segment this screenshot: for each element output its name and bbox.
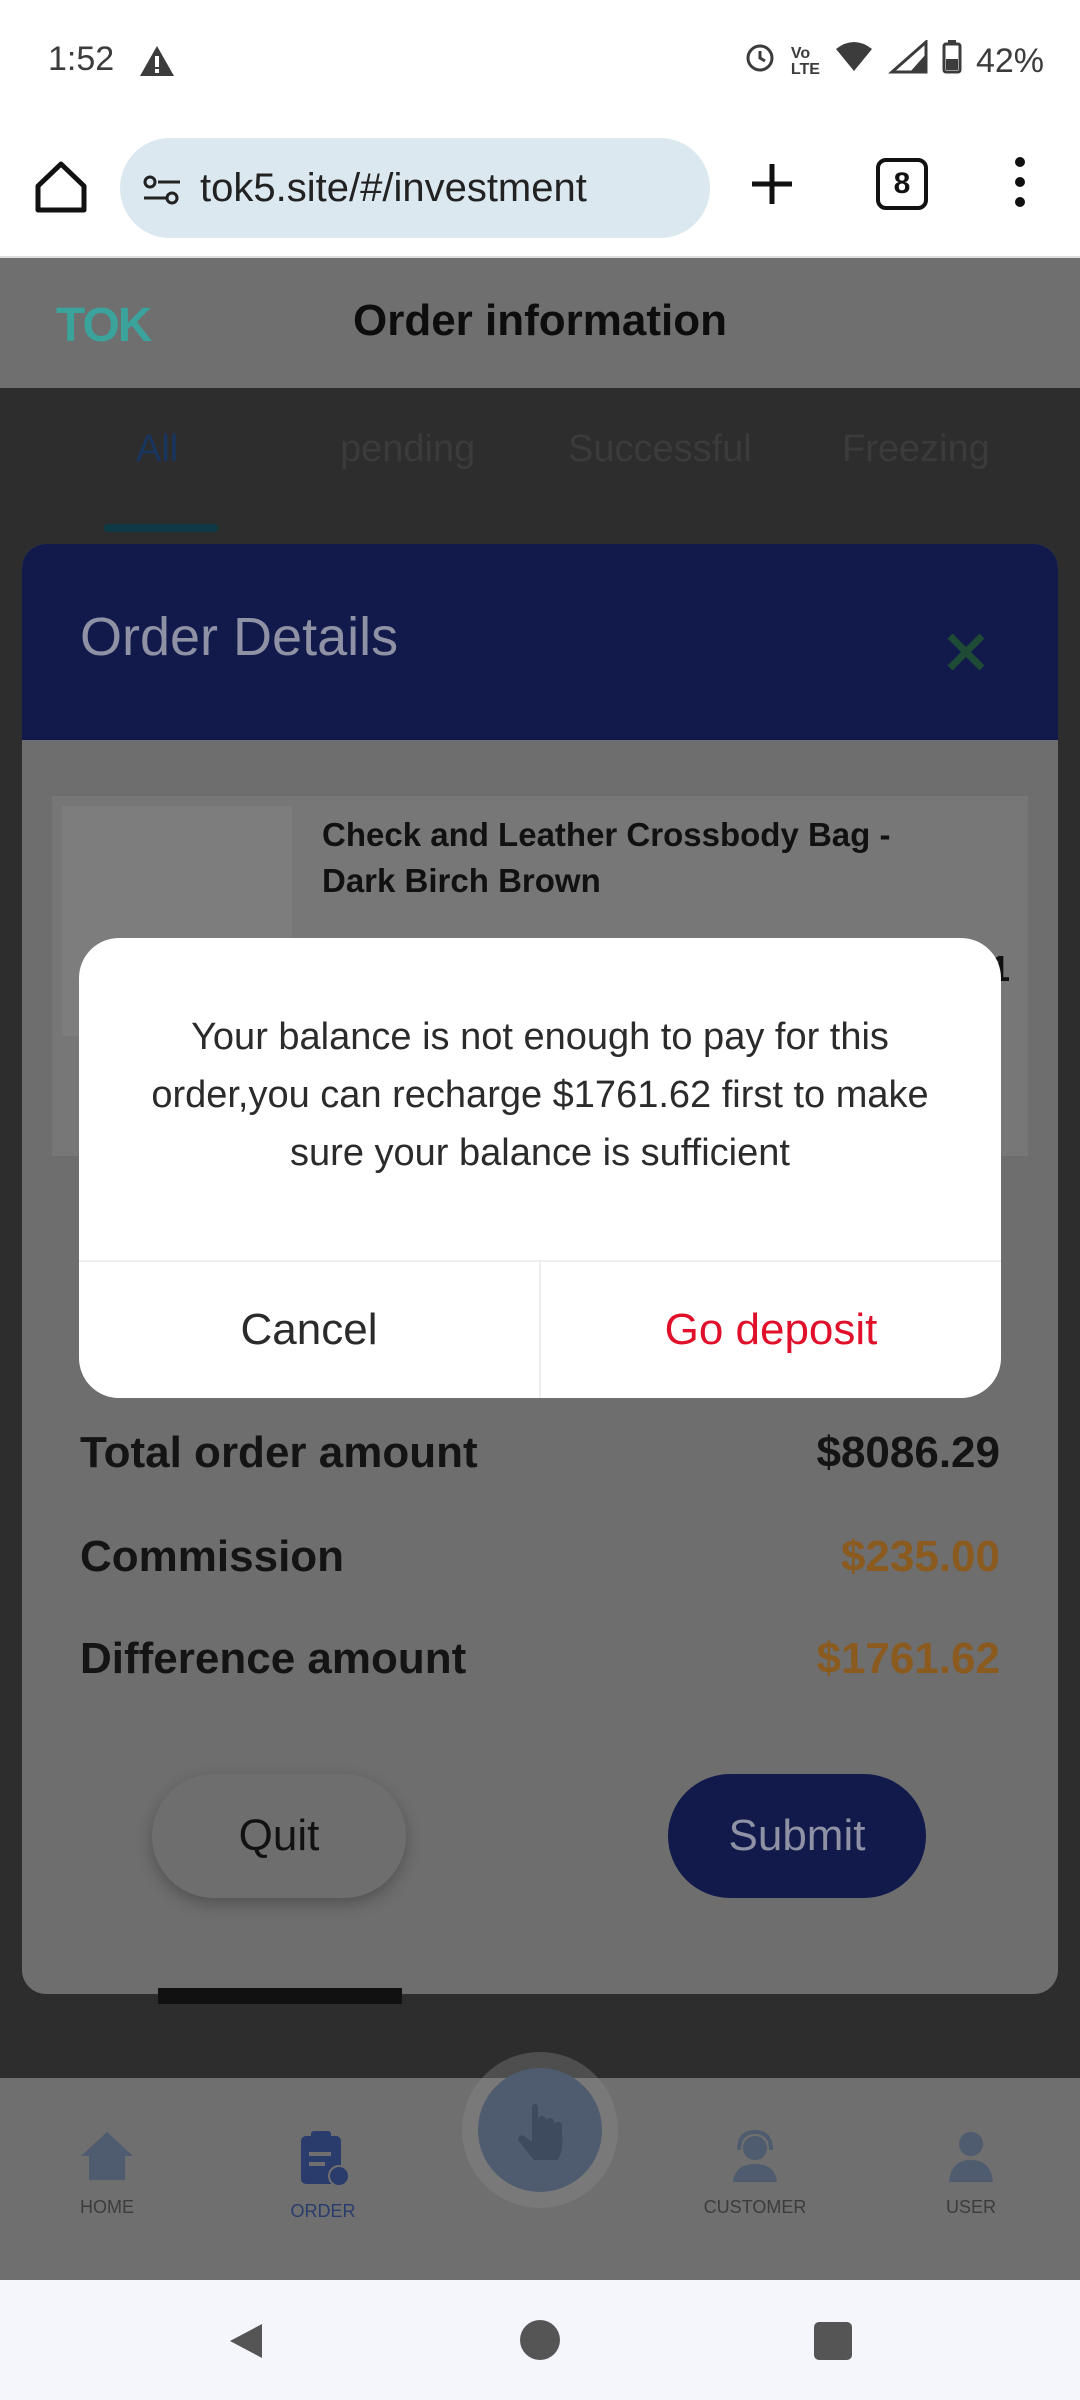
browser-toolbar: tok5.site/#/investment 8 — [0, 128, 1080, 258]
dialog-message: Your balance is not enough to pay for th… — [151, 1016, 929, 1174]
bottom-navigation: HOME ORDER CUSTOMER USER — [0, 2068, 1080, 2280]
tab-switcher-button[interactable]: 8 — [876, 158, 928, 210]
submit-button[interactable]: Submit — [668, 1774, 926, 1898]
order-tabs: All pending Successful Freezing — [0, 388, 1080, 508]
total-order-amount-label: Total order amount — [80, 1428, 478, 1477]
volte-icon: Vo LTE — [790, 44, 820, 78]
nav-user[interactable]: USER — [896, 2128, 1046, 2218]
go-deposit-button[interactable]: Go deposit — [541, 1262, 1001, 1398]
tab-all[interactable]: All — [136, 428, 178, 471]
order-clipboard-icon — [301, 2131, 350, 2187]
commission-label: Commission — [80, 1532, 345, 1581]
nav-order[interactable]: ORDER — [248, 2128, 398, 2222]
center-action-button[interactable] — [478, 2068, 602, 2192]
new-tab-icon[interactable] — [748, 160, 796, 213]
tab-pending[interactable]: pending — [340, 428, 475, 471]
back-icon[interactable] — [224, 2320, 266, 2367]
product-name: Check and Leather Crossbody Bag - Dark B… — [322, 816, 891, 899]
close-icon[interactable] — [944, 630, 988, 679]
status-time: 1:52 — [48, 40, 115, 78]
difference-amount-value: $1761.62 — [816, 1634, 1000, 1683]
background-item-fragment — [158, 1988, 402, 2004]
home-nav-icon — [81, 2132, 133, 2180]
user-icon — [949, 2132, 993, 2182]
quit-button[interactable]: Quit — [152, 1774, 406, 1898]
alarm-icon — [743, 40, 777, 83]
nav-customer-label: CUSTOMER — [703, 2197, 807, 2217]
system-home-icon[interactable] — [520, 2320, 560, 2360]
alert-icon — [138, 44, 176, 83]
wifi-icon — [834, 41, 874, 82]
battery-percent: 42% — [975, 42, 1044, 80]
nav-home-label: HOME — [80, 2197, 134, 2217]
site-settings-icon[interactable] — [140, 170, 184, 215]
nav-user-label: USER — [945, 2197, 996, 2217]
nav-order-label: ORDER — [290, 2201, 356, 2221]
nav-home[interactable]: HOME — [32, 2128, 182, 2218]
nav-customer[interactable]: CUSTOMER — [680, 2128, 830, 2218]
total-order-amount-value: $8086.29 — [816, 1428, 1000, 1477]
order-details-header: Order Details — [22, 544, 1058, 740]
commission-value: $235.00 — [840, 1532, 1000, 1581]
recent-apps-icon[interactable] — [814, 2322, 852, 2360]
status-bar: 1:52 Vo LTE 42% — [0, 0, 1080, 128]
cancel-button[interactable]: Cancel — [79, 1262, 539, 1398]
home-icon[interactable] — [30, 156, 92, 218]
difference-amount-label: Difference amount — [80, 1634, 467, 1683]
order-details-title: Order Details — [80, 607, 399, 667]
insufficient-balance-dialog: Your balance is not enough to pay for th… — [79, 938, 1001, 1398]
hand-tap-icon — [518, 2104, 563, 2160]
app-header: TOK Order information — [0, 258, 1080, 388]
page-title: Order information — [352, 296, 728, 345]
url-bar[interactable]: tok5.site/#/investment — [120, 138, 710, 238]
active-tab-indicator — [104, 524, 218, 532]
more-menu-icon[interactable] — [1008, 154, 1032, 215]
tab-successful[interactable]: Successful — [568, 428, 752, 471]
signal-icon — [887, 38, 928, 83]
url-text: tok5.site/#/investment — [200, 166, 587, 210]
battery-icon — [942, 40, 962, 83]
status-icons: Vo LTE 42% — [743, 38, 1044, 83]
customer-support-icon — [733, 2129, 777, 2182]
system-navigation-bar — [0, 2280, 1080, 2400]
tab-freezing[interactable]: Freezing — [842, 428, 990, 471]
